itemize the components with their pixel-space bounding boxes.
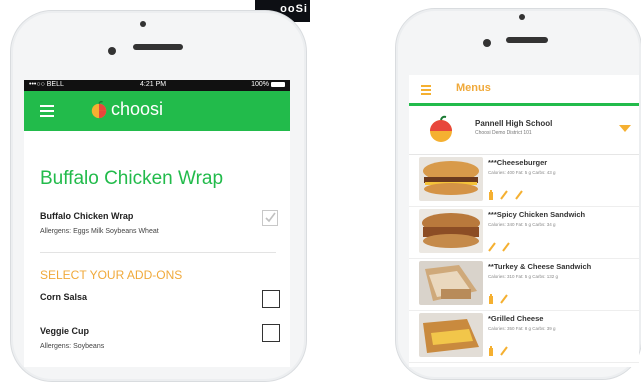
hamburger-menu-icon[interactable] xyxy=(40,105,54,120)
menu-item-name: ***Cheeseburger xyxy=(488,158,548,167)
brand-name: choosi xyxy=(111,99,164,119)
menu-item[interactable]: ***Spicy Chicken Sandwich Calories: 340 … xyxy=(409,206,639,259)
speaker-grille xyxy=(506,37,548,43)
soy-icon xyxy=(502,242,511,252)
hamburger-menu-icon[interactable] xyxy=(421,85,431,97)
item-detail-screen: •••○○ BELL 4:21 PM 100% choosi Buffalo C… xyxy=(24,80,290,367)
menus-header: Menus xyxy=(409,75,639,106)
grilled-cheese-photo xyxy=(419,313,483,357)
menu-item-name: *Grilled Cheese xyxy=(488,314,544,323)
front-camera xyxy=(483,39,491,47)
menus-screen: Menus Pannell High School Choosi Demo Di… xyxy=(409,75,639,367)
item-title: Buffalo Chicken Wrap xyxy=(40,168,224,189)
status-bar: •••○○ BELL 4:21 PM 100% xyxy=(24,80,290,91)
addon-name-veggie-cup: Veggie Cup xyxy=(40,326,90,336)
school-selector[interactable]: Pannell High School Choosi Demo District… xyxy=(409,106,639,155)
menu-item[interactable]: *Grilled Cheese Calories: 350 Fat: 8 g C… xyxy=(409,310,639,363)
menu-item[interactable]: **Turkey & Cheese Sandwich Calories: 310… xyxy=(409,258,639,311)
milk-icon xyxy=(489,294,493,304)
addons-section-title: SELECT YOUR ADD-ONS xyxy=(40,268,183,282)
wheat-icon xyxy=(500,294,509,304)
school-name: Pannell High School xyxy=(475,119,553,128)
sensor xyxy=(140,21,146,27)
soy-icon xyxy=(515,190,523,200)
app-bar: choosi xyxy=(24,91,290,131)
addon-name-corn-salsa: Corn Salsa xyxy=(40,292,88,302)
sensor xyxy=(519,14,525,20)
milk-icon xyxy=(489,190,493,200)
milk-icon xyxy=(489,346,493,356)
wheat-icon xyxy=(500,190,509,200)
addon-checkbox-corn-salsa[interactable] xyxy=(262,290,280,308)
menu-item-nutrition: Calories: 350 Fat: 8 g Carbs: 39 g xyxy=(488,326,556,331)
school-apple-icon xyxy=(430,115,452,142)
battery-icon xyxy=(271,81,285,87)
speaker-grille xyxy=(133,44,183,50)
divider xyxy=(40,252,276,253)
addon-allergens-veggie-cup: Allergens: Soybeans xyxy=(40,343,105,350)
menu-item-nutrition: Calories: 400 Fat: 5 g Carbs: 43 g xyxy=(488,170,556,175)
choosi-logo-icon xyxy=(91,101,107,119)
turkey-cheese-sandwich-photo xyxy=(419,261,483,305)
menu-item-nutrition: Calories: 340 Fat: 5 g Carbs: 34 g xyxy=(488,222,556,227)
main-item-allergens: Allergens: Eggs Milk Soybeans Wheat xyxy=(40,228,159,235)
background-label: ooSi xyxy=(280,3,308,15)
menu-item[interactable]: ***Cheeseburger Calories: 400 Fat: 5 g C… xyxy=(409,154,639,207)
addon-checkbox-veggie-cup[interactable] xyxy=(262,324,280,342)
school-district: Choosi Demo District 101 xyxy=(475,130,532,136)
main-item-name: Buffalo Chicken Wrap xyxy=(40,211,134,221)
carrier-label: •••○○ BELL xyxy=(29,81,64,88)
front-camera xyxy=(108,47,116,55)
spicy-chicken-sandwich-photo xyxy=(419,209,483,253)
menu-item-name: ***Spicy Chicken Sandwich xyxy=(488,210,586,219)
battery-indicator: 100% xyxy=(251,81,285,88)
main-item-checkbox[interactable] xyxy=(262,210,278,226)
dropdown-arrow-icon[interactable] xyxy=(619,125,631,132)
checkmark-icon xyxy=(265,212,276,223)
battery-percent: 100% xyxy=(251,81,269,88)
clock: 4:21 PM xyxy=(140,81,167,88)
menu-item-name: **Turkey & Cheese Sandwich xyxy=(488,262,592,271)
menus-title: Menus xyxy=(456,82,491,94)
wheat-icon xyxy=(500,346,509,356)
menu-item-nutrition: Calories: 310 Fat: 5 g Carbs: 132 g xyxy=(488,274,559,279)
cheeseburger-photo xyxy=(419,157,483,201)
wheat-icon xyxy=(488,242,496,252)
